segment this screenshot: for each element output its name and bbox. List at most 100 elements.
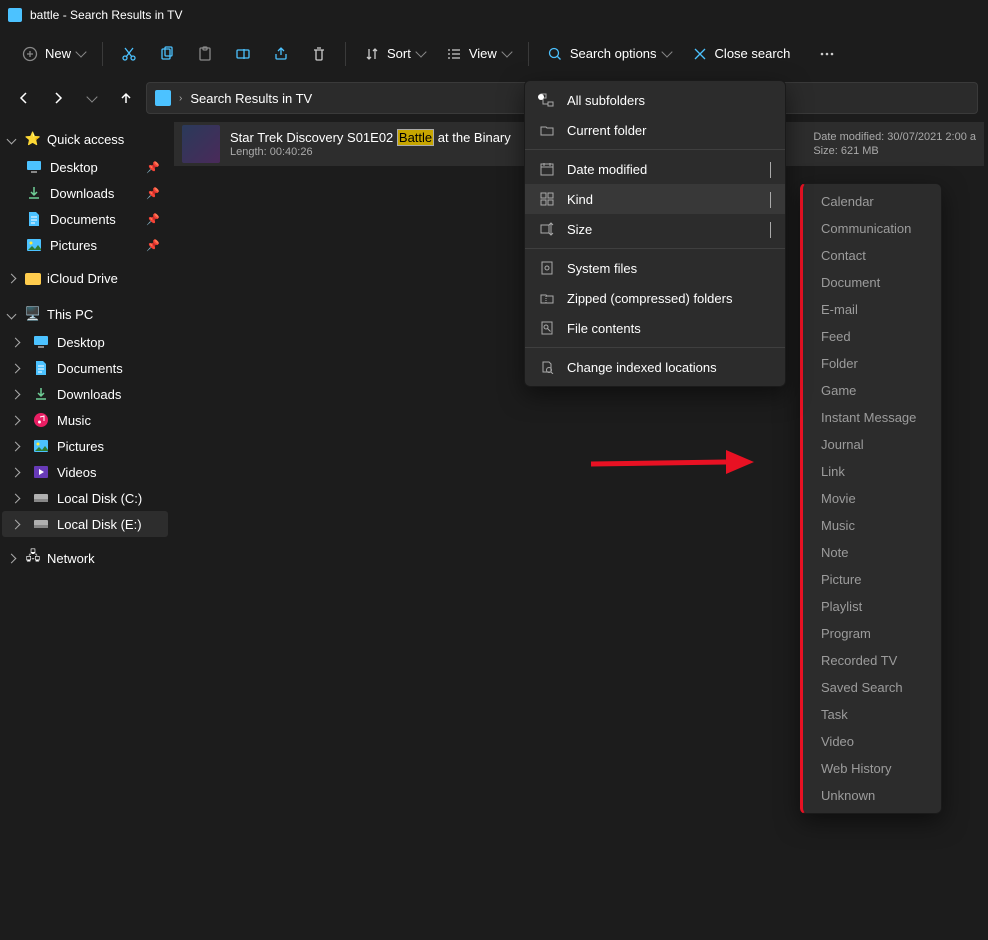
menu-item-all-subfolders[interactable]: All subfolders (525, 85, 785, 115)
kind-item-e-mail[interactable]: E-mail (803, 296, 941, 323)
chevron-right-icon (11, 415, 21, 425)
kind-item-folder[interactable]: Folder (803, 350, 941, 377)
menu-item-size[interactable]: Size (525, 214, 785, 244)
kind-item-playlist[interactable]: Playlist (803, 593, 941, 620)
sidebar-item-music[interactable]: Music (2, 407, 168, 433)
kind-item-feed[interactable]: Feed (803, 323, 941, 350)
sidebar-item-label: Videos (57, 465, 97, 480)
sidebar-item-desktop[interactable]: Desktop (2, 329, 168, 355)
menu-item-label: Change indexed locations (567, 360, 717, 375)
picture-icon (33, 438, 49, 454)
up-button[interactable] (112, 84, 140, 112)
menu-item-kind[interactable]: Kind (525, 184, 785, 214)
icloud-header[interactable]: iCloud Drive (2, 264, 168, 293)
sidebar-item-downloads[interactable]: Downloads (2, 381, 168, 407)
chevron-down-icon (7, 134, 17, 144)
chevron-right-icon (770, 192, 771, 207)
disk-icon (33, 490, 49, 506)
sidebar-item-videos[interactable]: Videos (2, 459, 168, 485)
menu-item-date-modified[interactable]: Date modified (525, 154, 785, 184)
kind-item-saved-search[interactable]: Saved Search (803, 674, 941, 701)
share-button[interactable] (263, 39, 299, 69)
chevron-down-icon (661, 46, 672, 57)
folder-icon (539, 122, 555, 138)
sort-button[interactable]: Sort (354, 39, 434, 69)
chevron-down-icon (415, 46, 426, 57)
sidebar-item-pictures[interactable]: Pictures📌 (2, 232, 168, 258)
menu-item-file-contents[interactable]: File contents (525, 313, 785, 343)
quick-access-header[interactable]: ⭐ Quick access (2, 124, 168, 154)
forward-button[interactable] (44, 84, 72, 112)
kind-item-game[interactable]: Game (803, 377, 941, 404)
sidebar: ⭐ Quick access Desktop📌Downloads📌Documen… (0, 118, 170, 940)
chevron-right-icon (11, 389, 21, 399)
sidebar-item-documents[interactable]: Documents (2, 355, 168, 381)
menu-item-system-files[interactable]: System files (525, 253, 785, 283)
kind-item-communication[interactable]: Communication (803, 215, 941, 242)
kind-item-recorded-tv[interactable]: Recorded TV (803, 647, 941, 674)
kind-item-instant-message[interactable]: Instant Message (803, 404, 941, 431)
sidebar-item-documents[interactable]: Documents 📌 (2, 206, 168, 232)
kind-item-web-history[interactable]: Web History (803, 755, 941, 782)
chevron-right-icon (11, 337, 21, 347)
sidebar-item-label: Documents (57, 361, 123, 376)
new-label: New (45, 46, 71, 61)
breadcrumb-label[interactable]: Search Results in TV (190, 91, 312, 106)
separator (345, 42, 346, 66)
rename-button[interactable] (225, 39, 261, 69)
pin-icon: 📌 (146, 213, 160, 226)
network-header[interactable]: 🖧 Network (2, 543, 168, 573)
kind-item-unknown[interactable]: Unknown (803, 782, 941, 809)
close-icon (691, 45, 709, 63)
kind-item-contact[interactable]: Contact (803, 242, 941, 269)
zip-icon (539, 290, 555, 306)
kind-item-video[interactable]: Video (803, 728, 941, 755)
back-button[interactable] (10, 84, 38, 112)
kind-item-document[interactable]: Document (803, 269, 941, 296)
video-thumbnail (182, 125, 220, 163)
sidebar-item-local-disk-c-[interactable]: Local Disk (C:) (2, 485, 168, 511)
sidebar-item-local-disk-e-[interactable]: Local Disk (E:) (2, 511, 168, 537)
this-pc-header[interactable]: 🖥️ This PC (2, 299, 168, 329)
icloud-label: iCloud Drive (47, 271, 118, 286)
sidebar-item-pictures[interactable]: Pictures (2, 433, 168, 459)
delete-button[interactable] (301, 39, 337, 69)
video-icon (33, 464, 49, 480)
kind-item-link[interactable]: Link (803, 458, 941, 485)
chevron-right-icon (11, 493, 21, 503)
cut-button[interactable] (111, 39, 147, 69)
recent-button[interactable] (78, 84, 106, 112)
search-icon (546, 45, 564, 63)
menu-item-change-indexed-locations[interactable]: Change indexed locations (525, 352, 785, 382)
kind-icon (539, 191, 555, 207)
paste-button[interactable] (187, 39, 223, 69)
kind-item-calendar[interactable]: Calendar (803, 188, 941, 215)
menu-item-zipped-compressed-folders[interactable]: Zipped (compressed) folders (525, 283, 785, 313)
document-icon (26, 211, 42, 227)
result-metadata: Date modified: 30/07/2021 2:00 a Size: 6… (813, 130, 976, 159)
kind-item-journal[interactable]: Journal (803, 431, 941, 458)
copy-button[interactable] (149, 39, 185, 69)
sidebar-item-label: Pictures (57, 439, 104, 454)
index-icon (539, 359, 555, 375)
sidebar-item-downloads[interactable]: Downloads📌 (2, 180, 168, 206)
size-icon (539, 221, 555, 237)
kind-item-picture[interactable]: Picture (803, 566, 941, 593)
sort-label: Sort (387, 46, 411, 61)
folder-icon (155, 90, 171, 106)
kind-item-note[interactable]: Note (803, 539, 941, 566)
kind-item-music[interactable]: Music (803, 512, 941, 539)
close-search-button[interactable]: Close search (682, 39, 800, 69)
kind-item-task[interactable]: Task (803, 701, 941, 728)
sidebar-item-label: Documents (50, 212, 116, 227)
close-search-label: Close search (715, 46, 791, 61)
more-button[interactable] (809, 39, 845, 69)
copy-icon (158, 45, 176, 63)
menu-item-current-folder[interactable]: Current folder (525, 115, 785, 145)
kind-item-program[interactable]: Program (803, 620, 941, 647)
kind-item-movie[interactable]: Movie (803, 485, 941, 512)
sidebar-item-desktop[interactable]: Desktop📌 (2, 154, 168, 180)
search-options-button[interactable]: Search options (537, 39, 680, 69)
new-button[interactable]: New (12, 39, 94, 69)
view-button[interactable]: View (436, 39, 520, 69)
